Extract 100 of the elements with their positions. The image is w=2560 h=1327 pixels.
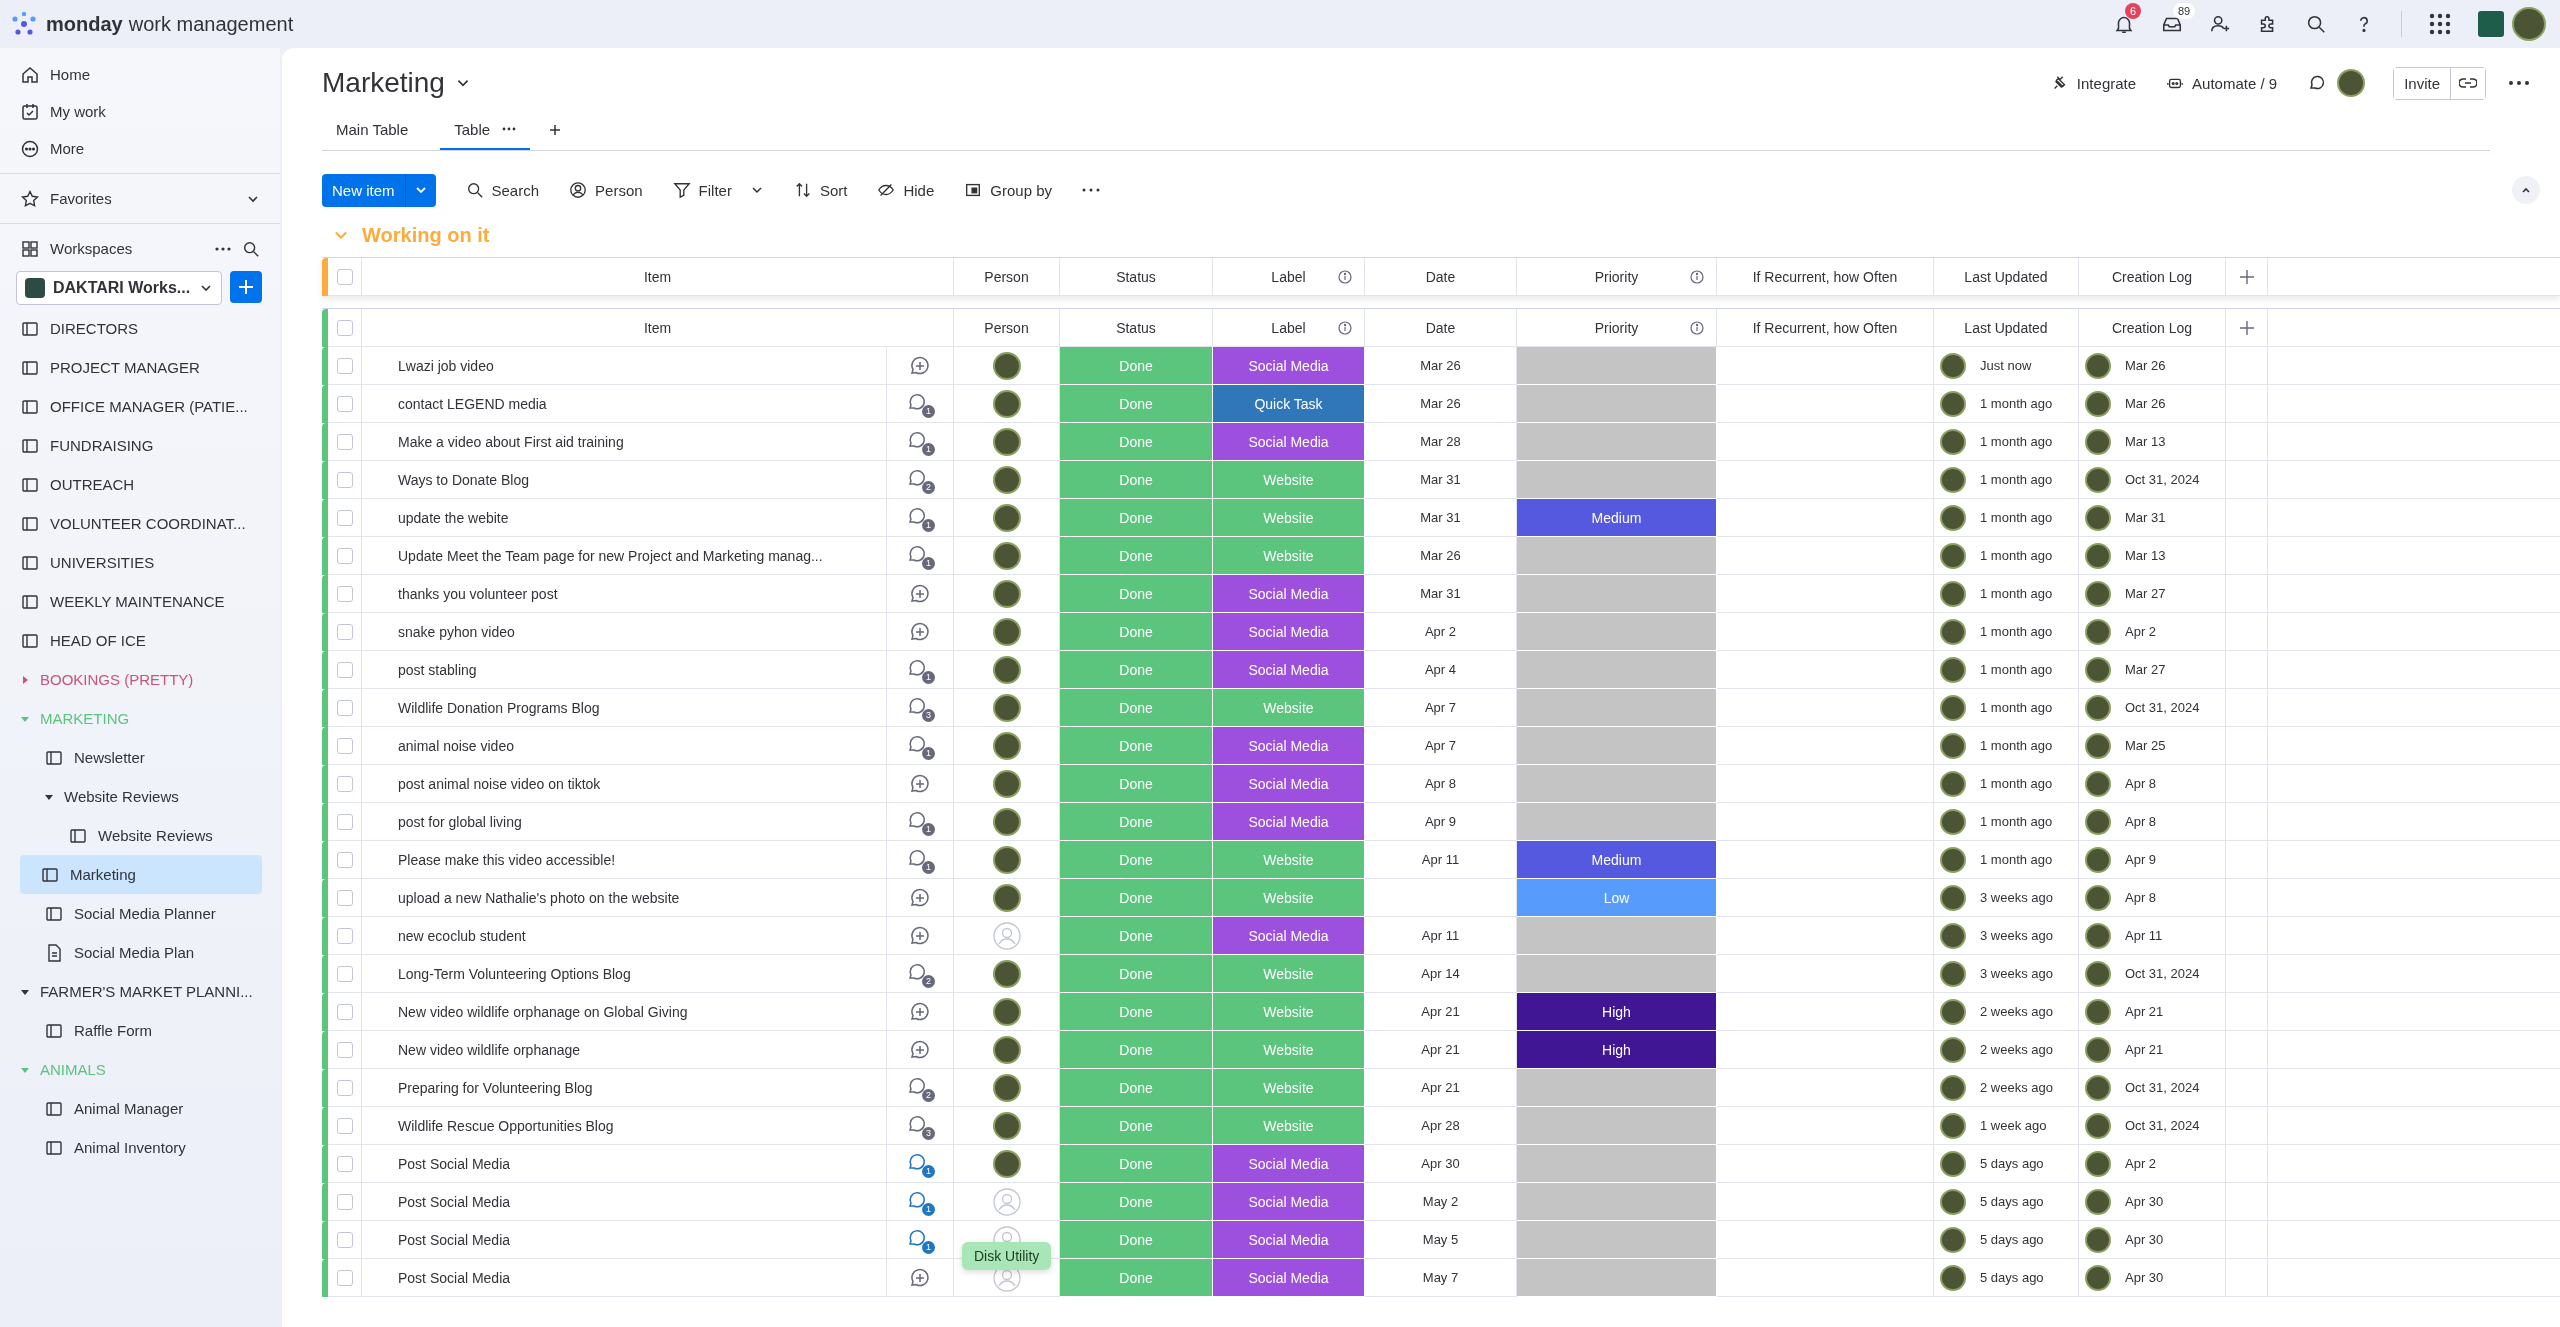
add-comment-icon[interactable] [909, 354, 931, 377]
favorites-item[interactable]: Favorites [0, 180, 280, 217]
person-avatar[interactable] [992, 997, 1021, 1026]
checkbox[interactable] [336, 357, 353, 374]
column-header[interactable]: Item [362, 258, 954, 296]
empty-priority-cell[interactable] [1517, 613, 1717, 651]
checkbox[interactable] [336, 1155, 353, 1172]
person-avatar[interactable] [992, 465, 1021, 494]
empty-priority-cell[interactable] [1517, 385, 1717, 423]
search-icon[interactable] [2305, 13, 2327, 35]
workspace-selector[interactable]: DAKTARI Works... [16, 271, 222, 305]
sidebar-item[interactable]: Social Media Planner [0, 894, 280, 933]
empty-priority-cell[interactable] [1517, 765, 1717, 803]
toolbar-person-button[interactable]: Person [569, 181, 643, 199]
item-name[interactable]: Preparing for Volunteering Blog [362, 1069, 887, 1107]
column-header[interactable]: Last Updated [1934, 258, 2079, 296]
person-avatar[interactable] [992, 1073, 1021, 1102]
search-icon[interactable] [242, 239, 260, 258]
sidebar-item[interactable]: VOLUNTEER COORDINAT... [0, 504, 280, 543]
priority-cell[interactable]: Medium [1517, 499, 1717, 537]
item-name[interactable]: Wildlife Rescue Opportunities Blog [362, 1107, 887, 1145]
empty-priority-cell[interactable] [1517, 917, 1717, 955]
empty-priority-cell[interactable] [1517, 461, 1717, 499]
info-icon[interactable] [1690, 320, 1704, 335]
add-comment-icon[interactable] [909, 924, 931, 947]
info-icon[interactable] [1690, 269, 1704, 284]
item-name[interactable]: upload a new Nathalie's photo on the website [362, 879, 887, 917]
label-cell[interactable]: Social Media [1213, 917, 1365, 955]
toolbar-group-button[interactable]: Group by [964, 181, 1052, 199]
checkbox[interactable] [336, 547, 353, 564]
more-icon[interactable] [502, 127, 517, 131]
item-name[interactable]: Post Social Media [362, 1183, 887, 1221]
workspace-logo[interactable] [2478, 11, 2504, 37]
person-avatar[interactable] [992, 655, 1021, 684]
add-comment-icon[interactable] [909, 772, 931, 795]
column-header[interactable]: Priority [1517, 258, 1717, 296]
column-header[interactable]: Item [362, 309, 954, 347]
column-header[interactable]: If Recurrent, how Often [1717, 258, 1934, 296]
label-cell[interactable]: Quick Task [1213, 385, 1365, 423]
label-cell[interactable]: Social Media [1213, 423, 1365, 461]
integrate-button[interactable]: Integrate [2050, 74, 2137, 92]
more-icon[interactable] [214, 245, 232, 252]
person-avatar[interactable] [992, 1111, 1021, 1140]
board-owner-avatar[interactable] [2337, 69, 2366, 97]
column-header[interactable]: Date [1365, 309, 1517, 347]
item-name[interactable]: New video wildlife orphanage [362, 1031, 887, 1069]
checkbox[interactable] [336, 1079, 353, 1096]
checkbox[interactable] [336, 585, 353, 602]
checkbox[interactable] [336, 319, 353, 336]
item-name[interactable]: Wildlife Donation Programs Blog [362, 689, 887, 727]
toolbar-sort-button[interactable]: Sort [793, 181, 848, 199]
person-avatar[interactable] [992, 807, 1021, 836]
column-header[interactable]: Last Updated [1934, 309, 2079, 347]
empty-priority-cell[interactable] [1517, 537, 1717, 575]
empty-priority-cell[interactable] [1517, 1183, 1717, 1221]
sidebar-item[interactable]: DIRECTORS [0, 309, 280, 348]
checkbox[interactable] [336, 433, 353, 450]
checkbox[interactable] [336, 1041, 353, 1058]
person-avatar[interactable] [992, 541, 1021, 570]
checkbox[interactable] [336, 1193, 353, 1210]
person-avatar[interactable] [992, 845, 1021, 874]
label-cell[interactable]: Social Media [1213, 575, 1365, 613]
empty-priority-cell[interactable] [1517, 1259, 1717, 1297]
checkbox[interactable] [336, 1117, 353, 1134]
sidebar-item[interactable]: Website Reviews [0, 816, 280, 855]
add-comment-icon[interactable] [909, 886, 931, 909]
toolbar-search-button[interactable]: Search [465, 181, 540, 199]
label-cell[interactable]: Social Media [1213, 1221, 1365, 1259]
empty-priority-cell[interactable] [1517, 1221, 1717, 1259]
column-header[interactable]: If Recurrent, how Often [1717, 309, 1934, 347]
column-header[interactable]: Label [1213, 258, 1365, 296]
add-comment-icon[interactable] [909, 1000, 931, 1023]
person-avatar[interactable] [992, 427, 1021, 456]
item-name[interactable]: thanks you volunteer post [362, 575, 887, 613]
sidebar-item[interactable]: OFFICE MANAGER (PATIE... [0, 387, 280, 426]
sidebar-item[interactable]: FARMER'S MARKET PLANNI... [0, 972, 280, 1011]
empty-priority-cell[interactable] [1517, 347, 1717, 385]
add-button[interactable] [230, 271, 262, 303]
view-tab[interactable]: Table [440, 110, 531, 150]
item-name[interactable]: snake pyhon video [362, 613, 887, 651]
collapse-button[interactable] [2512, 176, 2540, 204]
column-header[interactable]: Status [1060, 258, 1213, 296]
item-name[interactable]: Post Social Media [362, 1145, 887, 1183]
item-name[interactable]: Make a video about First aid training [362, 423, 887, 461]
sidebar-item[interactable]: OUTREACH [0, 465, 280, 504]
column-header[interactable]: Creation Log [2079, 258, 2226, 296]
sidebar-item[interactable]: Newsletter [0, 738, 280, 777]
sidebar-item[interactable]: Website Reviews [0, 777, 280, 816]
item-name[interactable]: Lwazi job video [362, 347, 887, 385]
item-name[interactable]: Long-Term Volunteering Options Blog [362, 955, 887, 993]
view-tab[interactable]: Main Table [322, 110, 423, 150]
person-avatar[interactable] [992, 351, 1021, 380]
checkbox[interactable] [336, 889, 353, 906]
person-avatar[interactable] [992, 769, 1021, 798]
empty-priority-cell[interactable] [1517, 1145, 1717, 1183]
empty-priority-cell[interactable] [1517, 651, 1717, 689]
empty-priority-cell[interactable] [1517, 689, 1717, 727]
sidebar-item[interactable]: FUNDRAISING [0, 426, 280, 465]
more-icon[interactable] [2508, 80, 2530, 86]
person-avatar[interactable] [992, 693, 1021, 722]
